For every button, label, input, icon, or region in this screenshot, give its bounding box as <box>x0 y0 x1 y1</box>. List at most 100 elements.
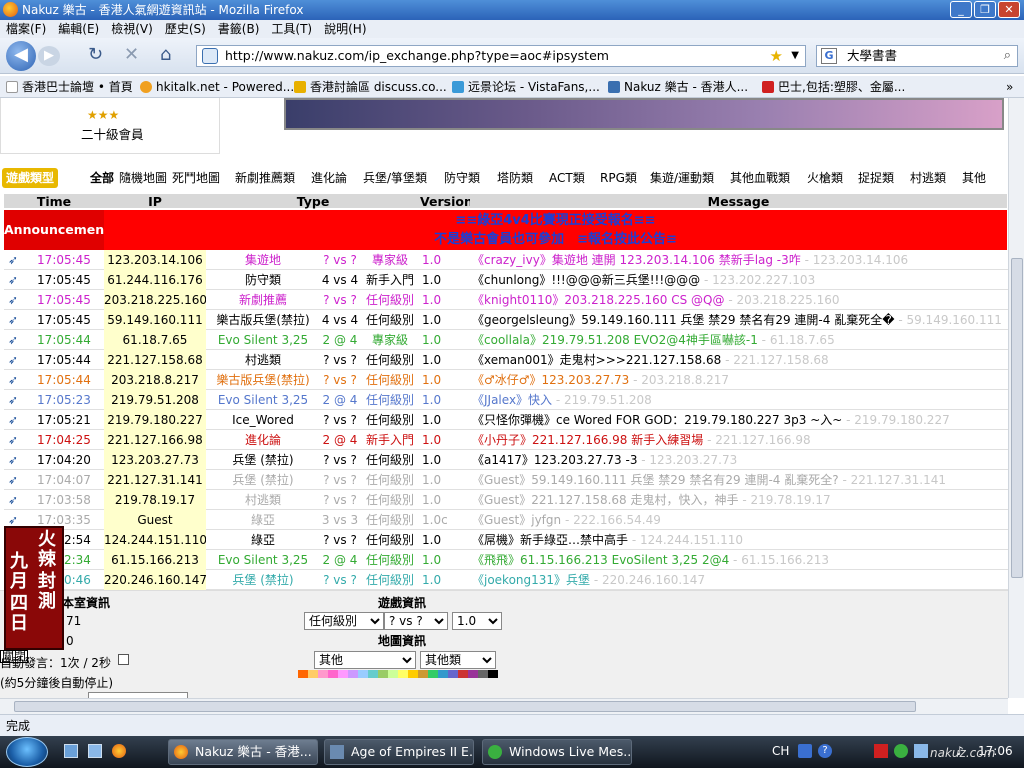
vertical-scroll-thumb[interactable] <box>1011 258 1023 578</box>
row-ip[interactable]: 124.244.151.110 <box>104 530 206 550</box>
tab-act[interactable]: ACT類 <box>549 168 585 188</box>
palette-swatch[interactable] <box>328 670 338 678</box>
palette-swatch[interactable] <box>398 670 408 678</box>
row-message[interactable]: 《飛飛》61.15.166.213 EvoSilent 3,25 2@4 - 6… <box>472 550 1006 570</box>
palette-swatch[interactable] <box>448 670 458 678</box>
tab-escape[interactable]: 村逃類 <box>910 168 946 188</box>
ime-icon[interactable] <box>798 744 812 758</box>
menu-history[interactable]: 歷史(S) <box>165 20 206 38</box>
show-desktop-icon[interactable] <box>64 744 78 758</box>
bookmark-item[interactable]: 巴士,包括:塑膠、金屬... <box>762 76 905 97</box>
row-message[interactable]: 《JJalex》快入 - 219.79.51.208 <box>472 390 1006 410</box>
tab-castle[interactable]: 兵堡/箏堡類 <box>363 168 427 188</box>
tab-tower-defense[interactable]: 塔防類 <box>497 168 533 188</box>
row-ip[interactable]: 61.15.166.213 <box>104 550 206 570</box>
task-firefox[interactable]: Nakuz 樂古 - 香港... <box>168 739 318 765</box>
row-ip[interactable]: 221.127.31.141 <box>104 470 206 490</box>
row-ip[interactable]: 221.127.158.68 <box>104 350 206 370</box>
help-icon[interactable]: ? <box>818 744 832 758</box>
announcement-message[interactable]: ≡≡綠亞4v4比賽現正接受報名≡≡ 不是樂古會員也可參加 ≡報名按此公告≡ <box>104 210 1007 250</box>
row-message[interactable]: 《♂冰仔♂》123.203.27.73 - 203.218.8.217 <box>472 370 1006 390</box>
row-ip[interactable]: 220.246.160.147 <box>104 570 206 590</box>
tray-icon[interactable] <box>874 744 888 758</box>
menu-file[interactable]: 檔案(F) <box>6 20 46 38</box>
window-titlebar[interactable]: Nakuz 樂古 - 香港人氣網遊資訊站 - Mozilla Firefox _… <box>0 0 1024 20</box>
palette-swatch[interactable] <box>428 670 438 678</box>
task-windows-live-messenger[interactable]: Windows Live Mes... <box>482 739 632 765</box>
google-icon[interactable]: G <box>821 48 837 64</box>
bookmark-item[interactable]: 香港討論區 discuss.co... <box>294 76 447 97</box>
row-message[interactable]: 《Guest》jyfgn - 222.166.54.49 <box>472 510 1006 530</box>
switch-windows-icon[interactable] <box>88 744 102 758</box>
horizontal-scroll-thumb[interactable] <box>14 701 916 712</box>
row-message[interactable]: 《coollala》219.79.51.208 EVO2@4神手區嚇該-1 - … <box>472 330 1006 350</box>
row-ip[interactable]: 203.218.225.160 <box>104 290 206 310</box>
tab-new-scenario[interactable]: 新劇推薦類 <box>235 168 295 188</box>
palette-swatch[interactable] <box>318 670 328 678</box>
version-select[interactable]: 1.0 <box>452 612 502 630</box>
language-indicator[interactable]: CH <box>772 744 789 758</box>
tab-sports[interactable]: 集遊/運動類 <box>650 168 714 188</box>
palette-swatch[interactable] <box>308 670 318 678</box>
row-message[interactable]: 《chunlong》!!!@@@新三兵堡!!!@@@ - 123.202.227… <box>472 270 1006 290</box>
palette-swatch[interactable] <box>408 670 418 678</box>
row-message[interactable]: 《Guest》59.149.160.111 兵堡 禁29 禁名有29 連開-4 … <box>472 470 1006 490</box>
row-message[interactable]: 《crazy_ivy》集遊地 連開 123.203.14.106 禁新手lag … <box>472 250 1006 270</box>
row-ip[interactable]: 221.127.166.98 <box>104 430 206 450</box>
palette-swatch[interactable] <box>418 670 428 678</box>
palette-swatch[interactable] <box>348 670 358 678</box>
tab-evolution[interactable]: 進化論 <box>311 168 347 188</box>
horizontal-scrollbar[interactable] <box>0 698 1008 714</box>
row-ip[interactable]: Guest <box>104 510 206 530</box>
menu-help[interactable]: 說明(H) <box>324 20 366 38</box>
header-banner[interactable] <box>284 98 1004 130</box>
row-message[interactable]: 《只怪你彈機》ce Wored FOR GOD：219.79.180.227 3… <box>472 410 1006 430</box>
tab-random-map[interactable]: 隨機地圖 <box>119 168 167 188</box>
row-ip[interactable]: 61.18.7.65 <box>104 330 206 350</box>
menu-tools[interactable]: 工具(T) <box>271 20 312 38</box>
row-message[interactable]: 《屌機》新手綠亞…禁中高手 - 124.244.151.110 <box>472 530 1006 550</box>
firefox-quicklaunch-icon[interactable] <box>112 744 126 758</box>
row-ip[interactable]: 219.79.51.208 <box>104 390 206 410</box>
forward-button[interactable]: ▶ <box>38 46 60 66</box>
palette-swatch[interactable] <box>358 670 368 678</box>
auto-refresh-checkbox[interactable] <box>118 654 129 665</box>
palette-swatch[interactable] <box>388 670 398 678</box>
color-palette[interactable] <box>298 670 498 678</box>
dropdown-arrow-icon[interactable]: ▼ <box>791 46 799 66</box>
row-ip[interactable]: 123.203.27.73 <box>104 450 206 470</box>
palette-swatch[interactable] <box>368 670 378 678</box>
row-message[interactable]: 《xeman001》走鬼村>>>221.127.158.68 - 221.127… <box>472 350 1006 370</box>
palette-swatch[interactable] <box>338 670 348 678</box>
palette-swatch[interactable] <box>438 670 448 678</box>
tab-gun[interactable]: 火槍類 <box>807 168 843 188</box>
vs-select[interactable]: ? vs ? <box>384 612 448 630</box>
bookmark-item[interactable]: hkitalk.net - Powered... <box>140 76 294 97</box>
palette-swatch[interactable] <box>378 670 388 678</box>
announcement-line[interactable]: ≡≡綠亞4v4比賽現正接受報名≡≡ <box>104 211 1007 230</box>
map-type-select[interactable]: 其他類 <box>420 651 496 669</box>
stop-icon[interactable]: ✕ <box>124 44 139 65</box>
announcement-line[interactable]: 不是樂古會員也可參加 ≡報名按此公告≡ <box>104 230 1007 249</box>
palette-swatch[interactable] <box>298 670 308 678</box>
tab-other-battle[interactable]: 其他血戰類 <box>730 168 790 188</box>
minimize-button[interactable]: _ <box>950 1 972 18</box>
row-ip[interactable]: 219.79.180.227 <box>104 410 206 430</box>
row-ip[interactable]: 123.203.14.106 <box>104 250 206 270</box>
row-message[interactable]: 《Guest》221.127.158.68 走鬼村，快入，神手 - 219.78… <box>472 490 1006 510</box>
close-button[interactable]: ✕ <box>998 1 1020 18</box>
tab-defense[interactable]: 防守類 <box>444 168 480 188</box>
tab-rpg[interactable]: RPG類 <box>600 168 637 188</box>
network-icon[interactable] <box>914 744 928 758</box>
row-ip[interactable]: 203.218.8.217 <box>104 370 206 390</box>
reload-icon[interactable]: ↻ <box>88 44 103 65</box>
restore-button[interactable]: ❐ <box>974 1 996 18</box>
task-age-of-empires[interactable]: Age of Empires II E... <box>324 739 474 765</box>
side-banner-ad[interactable]: 火辣 九月 封測 四日 <box>4 526 64 650</box>
row-message[interactable]: 《a1417》123.203.27.73 -3 - 123.203.27.73 <box>472 450 1006 470</box>
row-message[interactable]: 《joekong131》兵堡 - 220.246.160.147 <box>472 570 1006 590</box>
tab-other[interactable]: 其他 <box>962 168 986 188</box>
tab-all[interactable]: 全部 <box>90 168 114 188</box>
back-button[interactable]: ◀ <box>6 41 36 71</box>
start-button[interactable] <box>6 737 48 767</box>
